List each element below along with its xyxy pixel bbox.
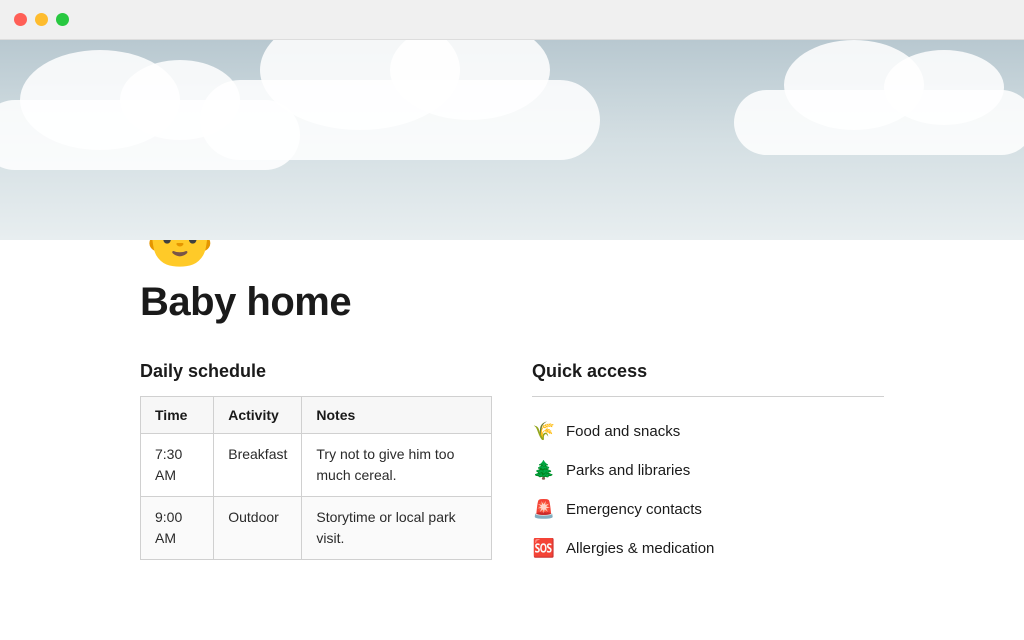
emergency-label: Emergency contacts bbox=[566, 501, 702, 518]
page-title: Baby home bbox=[140, 280, 884, 325]
table-row: 7:30 AM Breakfast Try not to give him to… bbox=[141, 434, 492, 497]
row0-notes: Try not to give him too much cereal. bbox=[302, 434, 492, 497]
quick-access-item-emergency[interactable]: 🚨 Emergency contacts bbox=[532, 491, 884, 528]
food-icon: 🌾 bbox=[532, 421, 556, 442]
allergies-label: Allergies & medication bbox=[566, 540, 714, 557]
quick-access-item-allergies[interactable]: 🆘 Allergies & medication bbox=[532, 530, 884, 567]
schedule-table: Time Activity Notes 7:30 AM Breakfast Tr… bbox=[140, 396, 492, 560]
section-divider bbox=[532, 396, 884, 397]
quick-access-section: Quick access 🌾 Food and snacks 🌲 Parks a… bbox=[532, 361, 884, 567]
row1-activity: Outdoor bbox=[214, 497, 302, 560]
content-grid: Daily schedule Time Activity Notes 7:30 … bbox=[140, 361, 884, 567]
allergies-icon: 🆘 bbox=[532, 538, 556, 559]
col-notes: Notes bbox=[302, 397, 492, 434]
col-activity: Activity bbox=[214, 397, 302, 434]
row1-notes: Storytime or local park visit. bbox=[302, 497, 492, 560]
titlebar bbox=[0, 0, 1024, 40]
col-time: Time bbox=[141, 397, 214, 434]
food-label: Food and snacks bbox=[566, 423, 680, 440]
row1-time: 9:00 AM bbox=[141, 497, 214, 560]
quick-access-list: 🌾 Food and snacks 🌲 Parks and libraries … bbox=[532, 413, 884, 567]
close-button[interactable] bbox=[14, 13, 27, 26]
row0-time: 7:30 AM bbox=[141, 434, 214, 497]
parks-icon: 🌲 bbox=[532, 460, 556, 481]
minimize-button[interactable] bbox=[35, 13, 48, 26]
quick-access-item-food[interactable]: 🌾 Food and snacks bbox=[532, 413, 884, 450]
cover-image bbox=[0, 40, 1024, 240]
table-row: 9:00 AM Outdoor Storytime or local park … bbox=[141, 497, 492, 560]
parks-label: Parks and libraries bbox=[566, 462, 690, 479]
daily-schedule-section: Daily schedule Time Activity Notes 7:30 … bbox=[140, 361, 492, 560]
quick-access-item-parks[interactable]: 🌲 Parks and libraries bbox=[532, 452, 884, 489]
page-content: 👶 Baby home Daily schedule Time Activity… bbox=[0, 200, 1024, 567]
maximize-button[interactable] bbox=[56, 13, 69, 26]
quick-access-title: Quick access bbox=[532, 361, 884, 382]
row0-activity: Breakfast bbox=[214, 434, 302, 497]
emergency-icon: 🚨 bbox=[532, 499, 556, 520]
daily-schedule-title: Daily schedule bbox=[140, 361, 492, 382]
